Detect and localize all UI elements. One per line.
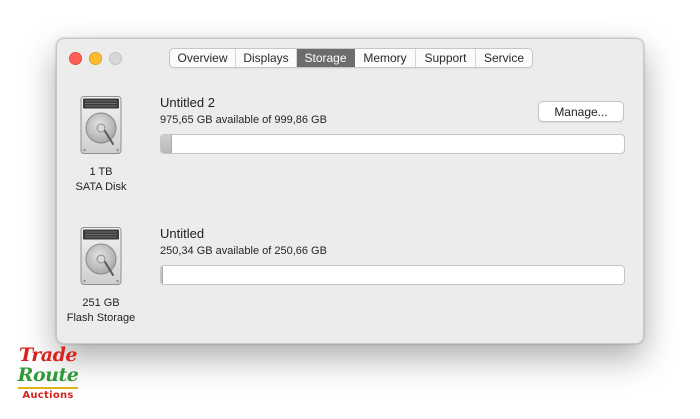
storage-usage-bar: [160, 265, 625, 285]
tab-service[interactable]: Service: [476, 49, 532, 67]
disk-caption: 1 TB SATA Disk: [46, 165, 156, 195]
logo-text-trade: Trade: [19, 344, 77, 366]
storage-window: Overview Displays Storage Memory Support…: [56, 38, 644, 344]
close-window-button[interactable]: [69, 52, 82, 65]
manage-button[interactable]: Manage...: [538, 101, 624, 122]
disk-type: Flash Storage: [66, 312, 136, 324]
storage-usage-bar: [160, 134, 625, 154]
storage-usage-fill: [161, 266, 163, 284]
tab-displays[interactable]: Displays: [236, 49, 297, 67]
hard-drive-icon: [80, 227, 122, 285]
tab-storage[interactable]: Storage: [297, 49, 355, 67]
disk-type: SATA Disk: [75, 181, 127, 193]
storage-usage-fill: [161, 135, 172, 153]
trade-route-auctions-logo: Trade Route Auctions: [16, 344, 80, 404]
disk-caption: 251 GB Flash Storage: [46, 296, 156, 326]
volume-available: 975,65 GB available of 999,86 GB: [160, 114, 327, 126]
disk-capacity: 251 GB: [82, 297, 120, 309]
volume-name: Untitled: [160, 226, 205, 241]
tab-memory[interactable]: Memory: [355, 49, 416, 67]
tab-support[interactable]: Support: [416, 49, 476, 67]
tab-overview[interactable]: Overview: [170, 49, 236, 67]
zoom-window-button: [109, 52, 122, 65]
logo-divider: [18, 387, 78, 389]
logo-text-auctions: Auctions: [22, 390, 74, 401]
minimize-window-button[interactable]: [89, 52, 102, 65]
hard-drive-icon: [80, 96, 122, 154]
tab-bar: Overview Displays Storage Memory Support…: [169, 48, 533, 68]
disk-capacity: 1 TB: [89, 166, 113, 178]
volume-name: Untitled 2: [160, 95, 215, 110]
logo-text-route: Route: [17, 364, 79, 386]
volume-available: 250,34 GB available of 250,66 GB: [160, 245, 327, 257]
